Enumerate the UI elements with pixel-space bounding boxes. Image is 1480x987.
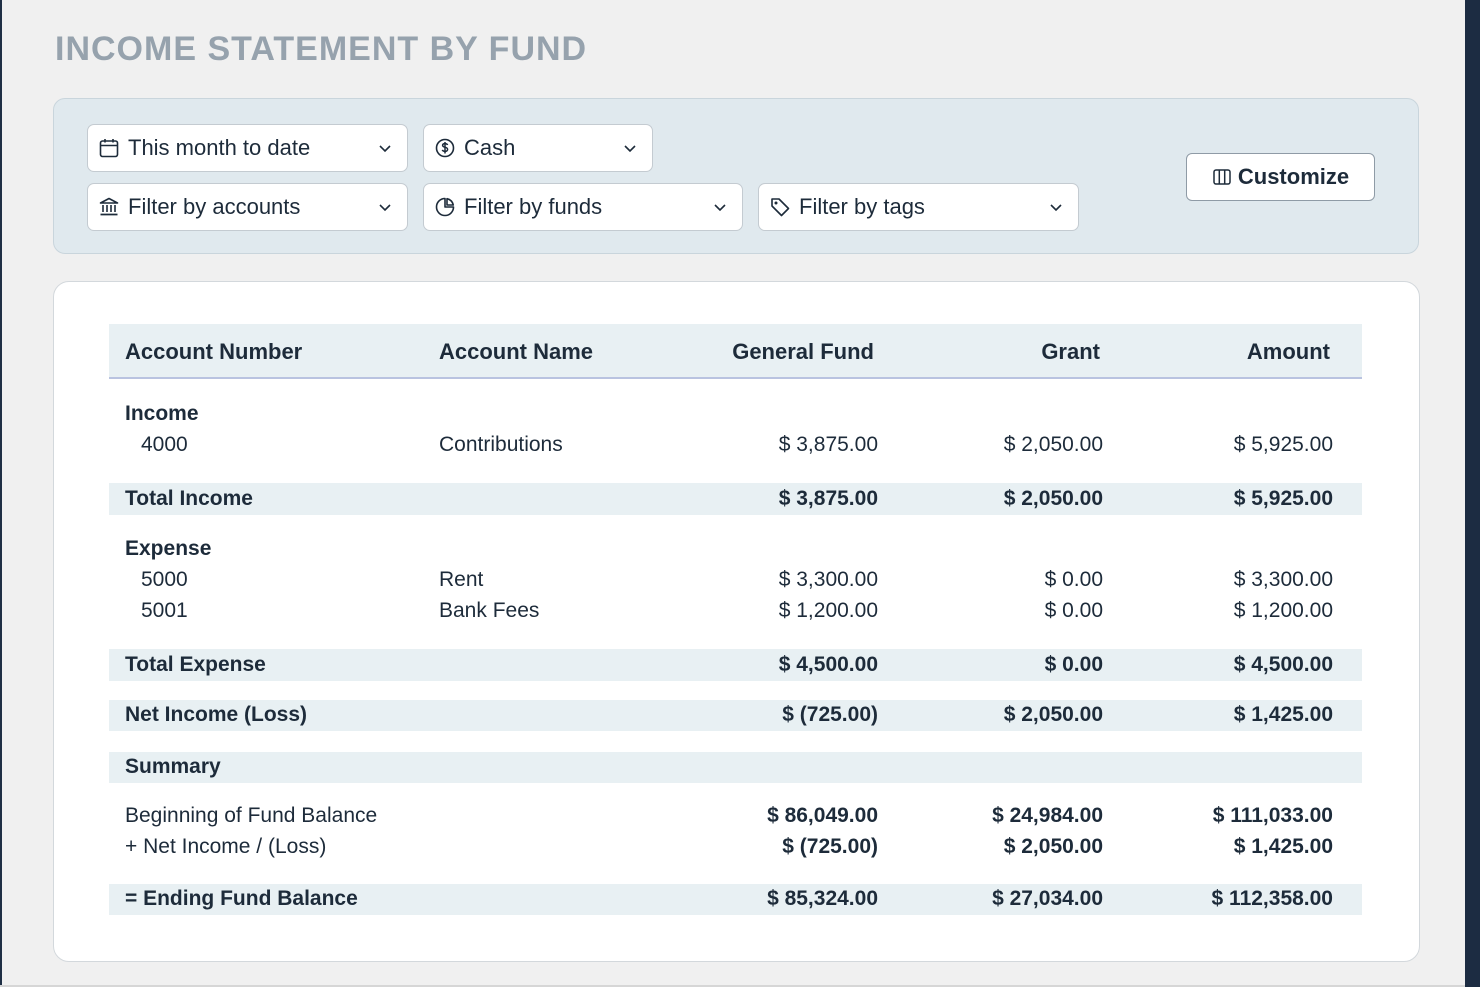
section-heading-expense: Expense xyxy=(109,537,1362,565)
general-fund-value: $ (725.00) xyxy=(782,835,878,858)
section-heading-label: Income xyxy=(125,402,199,425)
accounting-basis-label: Cash xyxy=(464,135,516,160)
general-fund-value: $ 3,300.00 xyxy=(778,568,878,591)
dollar-circle-icon xyxy=(434,137,456,159)
general-fund-value: $ 3,875.00 xyxy=(778,433,878,456)
general-fund-value: $ 1,200.00 xyxy=(778,599,878,622)
grant-value: $ 2,050.00 xyxy=(1003,433,1103,456)
chevron-down-icon xyxy=(712,199,728,215)
column-header-account-number: Account Number xyxy=(125,339,303,364)
grant-value: $ 27,034.00 xyxy=(992,887,1103,910)
ending-balance-label: = Ending Fund Balance xyxy=(125,887,358,910)
beginning-balance-label: Beginning of Fund Balance xyxy=(125,804,378,827)
section-heading-income: Income xyxy=(109,402,1362,430)
filter-funds-label: Filter by funds xyxy=(464,194,603,219)
summary-heading: Summary xyxy=(125,755,221,778)
account-name: Bank Fees xyxy=(439,599,540,622)
table-header: Account Number Account Name General Fund… xyxy=(109,324,1362,379)
section-heading-label: Expense xyxy=(125,537,212,560)
grant-value: $ 2,050.00 xyxy=(1003,487,1103,510)
customize-label: Customize xyxy=(1237,164,1350,189)
filter-accounts-dropdown[interactable]: Filter by accounts xyxy=(87,183,408,231)
table-row: 5001 Bank Fees $ 1,200.00 $ 0.00 $ 1,200… xyxy=(109,599,1362,627)
general-fund-value: $ 86,049.00 xyxy=(767,804,878,827)
total-income-row: Total Income $ 3,875.00 $ 2,050.00 $ 5,9… xyxy=(109,483,1362,515)
summary-net-income-row: + Net Income / (Loss) $ (725.00) $ 2,050… xyxy=(109,835,1362,863)
general-fund-value: $ (725.00) xyxy=(782,703,878,726)
filter-tags-label: Filter by tags xyxy=(799,194,925,219)
summary-net-income-label: + Net Income / (Loss) xyxy=(125,835,327,858)
pie-chart-icon xyxy=(434,196,456,218)
chevron-down-icon xyxy=(377,140,393,156)
column-header-grant: Grant xyxy=(1041,339,1100,364)
table-row: 4000 Contributions $ 3,875.00 $ 2,050.00… xyxy=(109,433,1362,461)
general-fund-value: $ 4,500.00 xyxy=(778,653,878,676)
column-header-account-name: Account Name xyxy=(439,339,594,364)
grant-value: $ 0.00 xyxy=(1044,653,1103,676)
filter-accounts-label: Filter by accounts xyxy=(128,194,301,219)
summary-heading-row: Summary xyxy=(109,752,1362,783)
date-range-dropdown[interactable]: This month to date xyxy=(87,124,408,172)
amount-value: $ 1,200.00 xyxy=(1233,599,1333,622)
general-fund-value: $ 85,324.00 xyxy=(767,887,878,910)
net-income-label: Net Income (Loss) xyxy=(125,703,308,726)
total-label: Total Income xyxy=(125,487,253,510)
amount-value: $ 111,033.00 xyxy=(1212,804,1333,827)
ending-balance-row: = Ending Fund Balance $ 85,324.00 $ 27,0… xyxy=(109,884,1362,915)
chevron-down-icon xyxy=(377,199,393,215)
amount-value: $ 3,300.00 xyxy=(1233,568,1333,591)
amount-value: $ 1,425.00 xyxy=(1233,835,1333,858)
amount-value: $ 4,500.00 xyxy=(1233,653,1333,676)
grant-value: $ 2,050.00 xyxy=(1003,703,1103,726)
account-name: Contributions xyxy=(439,433,563,456)
grant-value: $ 2,050.00 xyxy=(1003,835,1103,858)
accounting-basis-dropdown[interactable]: Cash xyxy=(423,124,653,172)
chevron-down-icon xyxy=(1048,199,1064,215)
window-left-edge xyxy=(0,0,2,987)
net-income-row: Net Income (Loss) $ (725.00) $ 2,050.00 … xyxy=(109,700,1362,731)
account-name: Rent xyxy=(439,568,484,591)
column-header-amount: Amount xyxy=(1246,339,1330,364)
amount-value: $ 112,358.00 xyxy=(1211,887,1333,910)
window-right-edge xyxy=(1465,0,1480,987)
grant-value: $ 0.00 xyxy=(1044,568,1103,591)
grant-value: $ 0.00 xyxy=(1044,599,1103,622)
total-expense-row: Total Expense $ 4,500.00 $ 0.00 $ 4,500.… xyxy=(109,649,1362,681)
filter-tags-dropdown[interactable]: Filter by tags xyxy=(758,183,1079,231)
beginning-balance-row: Beginning of Fund Balance $ 86,049.00 $ … xyxy=(109,804,1362,832)
general-fund-value: $ 3,875.00 xyxy=(778,487,878,510)
date-range-label: This month to date xyxy=(128,135,311,160)
columns-icon xyxy=(1212,167,1232,187)
calendar-icon xyxy=(98,137,120,159)
table-row: 5000 Rent $ 3,300.00 $ 0.00 $ 3,300.00 xyxy=(109,568,1362,596)
customize-button[interactable]: Customize xyxy=(1186,153,1375,201)
chevron-down-icon xyxy=(622,140,638,156)
account-number: 4000 xyxy=(141,433,188,456)
grant-value: $ 24,984.00 xyxy=(992,804,1103,827)
amount-value: $ 5,925.00 xyxy=(1233,433,1333,456)
account-number: 5000 xyxy=(141,568,188,591)
column-header-general-fund: General Fund xyxy=(732,339,874,364)
tag-icon xyxy=(769,196,791,218)
amount-value: $ 5,925.00 xyxy=(1233,487,1333,510)
amount-value: $ 1,425.00 xyxy=(1233,703,1333,726)
account-number: 5001 xyxy=(141,599,188,622)
page-title: INCOME STATEMENT BY FUND xyxy=(55,30,588,68)
total-label: Total Expense xyxy=(125,653,266,676)
bank-icon xyxy=(98,196,120,218)
filter-funds-dropdown[interactable]: Filter by funds xyxy=(423,183,743,231)
